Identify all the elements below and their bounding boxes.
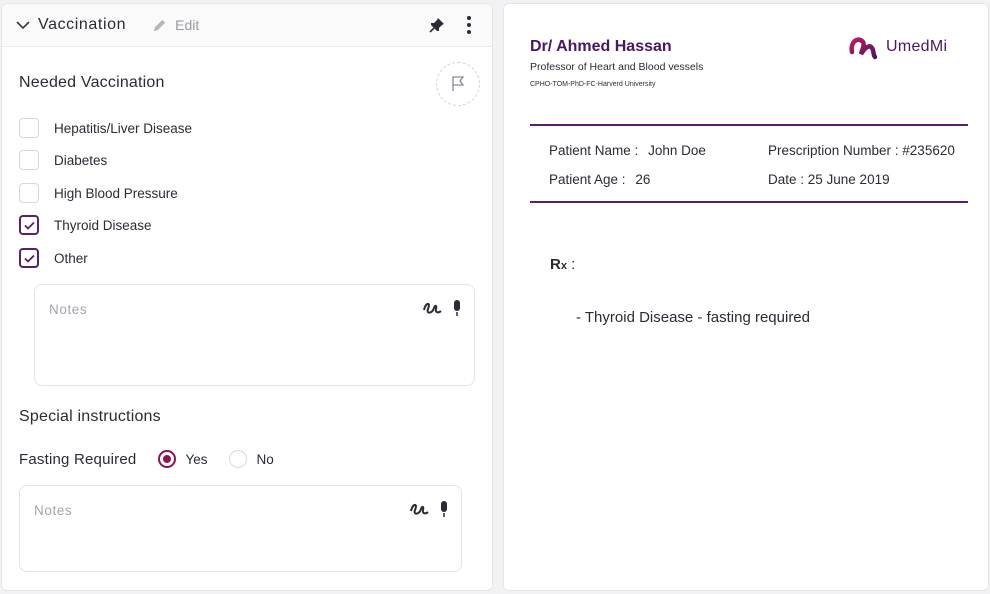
vaccination-notes-field[interactable]: Notes (34, 284, 475, 386)
needed-vaccination-title: Needed Vaccination (19, 74, 165, 91)
checkbox-label: Diabetes (54, 152, 108, 168)
pin-icon[interactable] (426, 14, 448, 36)
edit-label: Edit (175, 17, 200, 33)
doctor-title: Professor of Heart and Blood vessels (530, 61, 704, 73)
checkbox-box[interactable] (19, 150, 39, 170)
checkbox-box-checked[interactable] (19, 248, 39, 268)
checkbox-box[interactable] (19, 183, 39, 203)
vaccination-panel: Vaccination Edit Needed Vaccination Hepa… (1, 3, 493, 591)
rx-colon: : (571, 256, 576, 273)
checkbox-diabetes[interactable]: Diabetes (19, 150, 107, 170)
checkbox-other[interactable]: Other (19, 248, 88, 268)
checkbox-high-blood-pressure[interactable]: High Blood Pressure (19, 183, 178, 203)
instructions-notes-field[interactable]: Notes (19, 485, 462, 572)
brand-logo-icon (849, 37, 878, 60)
handwriting-icon[interactable] (422, 300, 442, 321)
prescription-preview: Dr/ Ahmed Hassan Professor of Heart and … (503, 3, 989, 591)
checkbox-box-checked[interactable] (19, 215, 39, 235)
notes-placeholder: Notes (49, 302, 88, 317)
handwriting-icon[interactable] (409, 501, 429, 522)
panel-header: Vaccination Edit (2, 4, 492, 47)
patient-age-value: 26 (635, 172, 651, 187)
checkbox-label: Other (54, 250, 88, 266)
special-instructions-title: Special instructions (19, 408, 161, 425)
prescription-date: Date : 25 June 2019 (768, 172, 890, 187)
fasting-required-row: Fasting Required Yes No (19, 447, 274, 471)
pencil-icon (154, 19, 166, 31)
prescription-number: Prescription Number : #235620 (768, 143, 955, 158)
notes-placeholder: Notes (34, 503, 73, 518)
checkbox-box[interactable] (19, 118, 39, 138)
panel-title: Vaccination (38, 16, 127, 33)
patient-name-row: Patient Name : John Doe (549, 143, 706, 158)
rx-x: x (560, 260, 567, 272)
rx-line: - Thyroid Disease - fasting required (576, 309, 810, 326)
doctor-credentials: CPHO-TOM-PhD-FC-Harverd University (530, 81, 656, 88)
fasting-label: Fasting Required (19, 450, 137, 468)
radio-yes[interactable] (158, 450, 177, 468)
flag-button[interactable] (436, 62, 480, 106)
patient-age-row: Patient Age : 26 (549, 172, 650, 187)
radio-no[interactable] (229, 450, 248, 468)
divider-top (530, 124, 968, 126)
patient-name-value: John Doe (648, 143, 706, 158)
checkmark-icon (23, 254, 35, 263)
patient-age-label: Patient Age : (549, 172, 626, 187)
checkbox-label: High Blood Pressure (54, 185, 178, 201)
checkbox-label: Thyroid Disease (54, 217, 152, 233)
checkbox-thyroid-disease[interactable]: Thyroid Disease (19, 215, 152, 235)
microphone-icon[interactable] (452, 299, 462, 322)
patient-name-label: Patient Name : (549, 143, 639, 158)
divider-bottom (530, 201, 968, 203)
checkbox-label: Hepatitis/Liver Disease (54, 120, 193, 136)
chevron-down-icon[interactable] (14, 16, 32, 34)
doctor-name: Dr/ Ahmed Hassan (530, 38, 672, 55)
rx-r: R (550, 256, 561, 273)
checkmark-icon (23, 221, 35, 230)
brand-logo: UmedMi (848, 34, 947, 60)
flag-icon (452, 76, 465, 91)
more-options-icon[interactable] (458, 14, 480, 36)
edit-button[interactable]: Edit (152, 17, 199, 33)
radio-yes-label: Yes (185, 451, 208, 467)
brand-name: UmedMi (886, 38, 948, 55)
checkbox-hepatitis[interactable]: Hepatitis/Liver Disease (19, 118, 192, 138)
microphone-icon[interactable] (439, 500, 449, 523)
radio-no-label: No (256, 451, 274, 467)
rx-label: Rx : (550, 256, 575, 273)
